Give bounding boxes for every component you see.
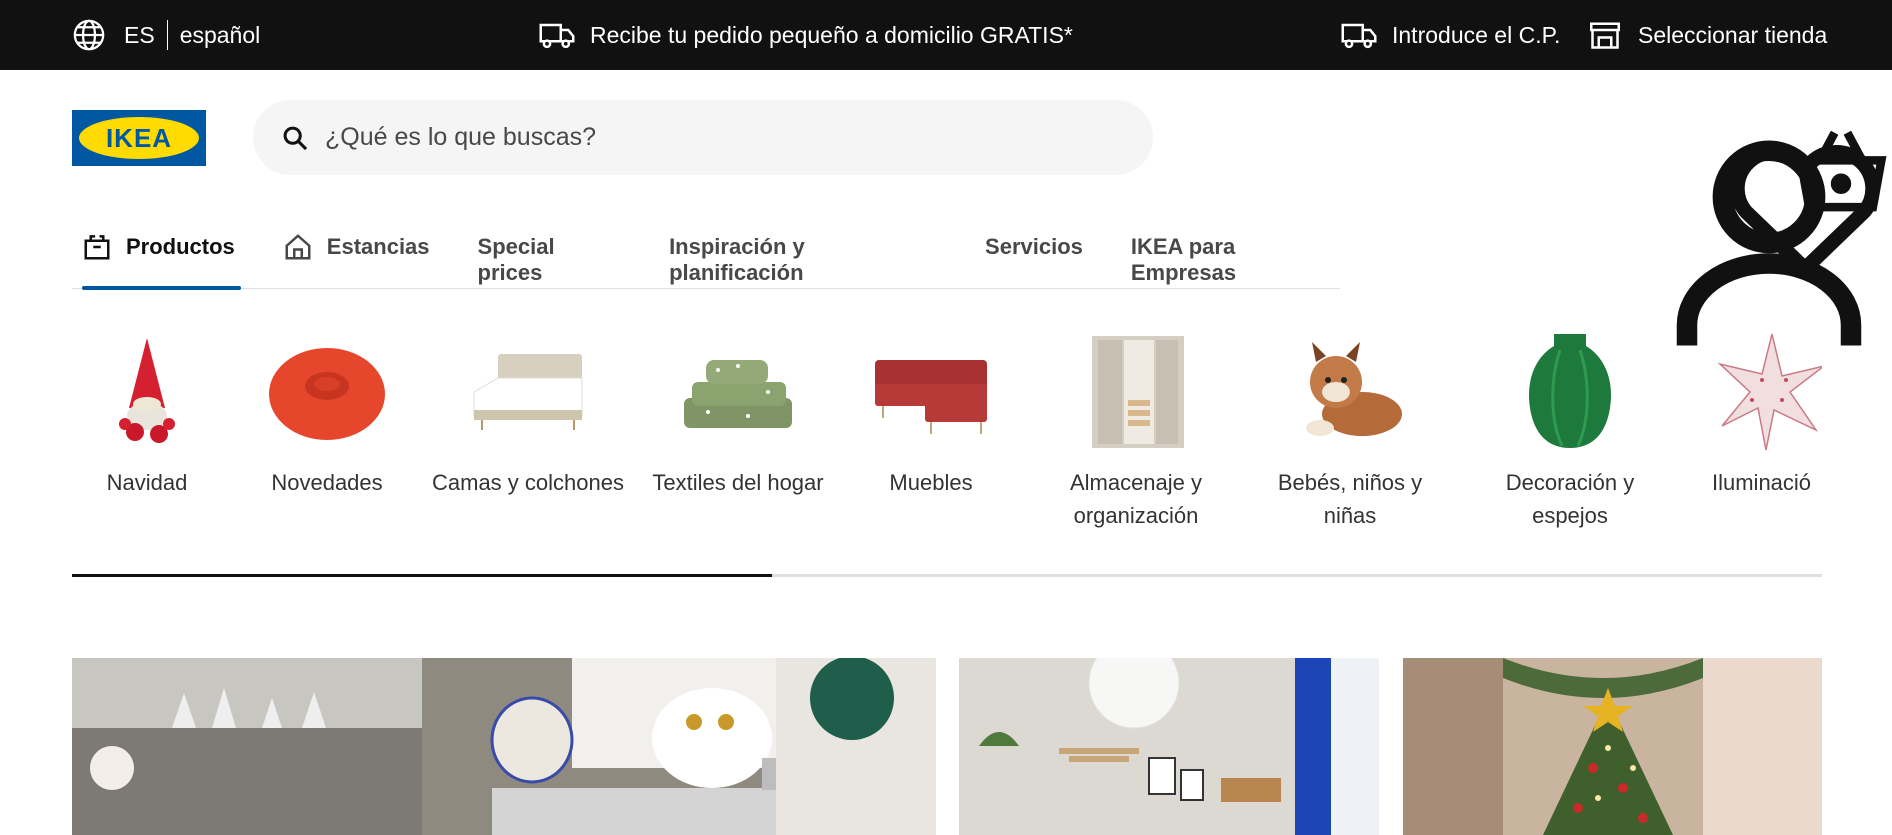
category-almacenaje[interactable]: Almacenaje y organización: [1056, 330, 1216, 532]
gnome-icon: [87, 330, 207, 454]
tab-label: Special prices: [477, 234, 555, 285]
bed-icon: [468, 330, 588, 454]
truck-icon: [539, 23, 575, 49]
ikea-logo[interactable]: IKEA: [72, 110, 206, 166]
postal-code-label: Introduce el C.P.: [1392, 21, 1561, 48]
tab-ikea-empresas[interactable]: IKEA para Empresas: [1131, 226, 1340, 288]
shopping-bag-icon[interactable]: [1790, 120, 1892, 222]
language-code: ES: [124, 20, 168, 50]
tab-special-prices[interactable]: Special prices: [478, 226, 622, 288]
category-label: Novedades: [271, 470, 383, 495]
truck-icon: [1341, 23, 1377, 49]
tab-label: Inspiración y planificación: [669, 234, 805, 285]
tab-servicios[interactable]: Servicios: [985, 226, 1083, 288]
search-input[interactable]: [325, 123, 1085, 152]
globe-icon: [73, 19, 105, 51]
category-label-line1: Decoración y: [1505, 470, 1635, 495]
sofa-icon: [871, 330, 991, 454]
category-muebles[interactable]: Muebles: [866, 330, 996, 499]
beanbag-icon: [267, 330, 387, 454]
delivery-promo[interactable]: Recibe tu pedido pequeño a domicilio GRA…: [538, 17, 1073, 53]
category-label: Iluminació: [1712, 470, 1812, 495]
category-textiles[interactable]: Textiles del hogar: [648, 330, 828, 499]
home-icon: [285, 234, 311, 260]
main-nav-tabs: Productos Estancias Special prices Inspi…: [72, 226, 1340, 290]
vase-icon: [1510, 330, 1630, 454]
language-selector[interactable]: ES español: [72, 17, 260, 53]
carousel-scrollbar-thumb[interactable]: [72, 574, 772, 577]
box-icon: [84, 235, 110, 260]
category-label: Muebles: [889, 470, 973, 495]
delivery-promo-text: Recibe tu pedido pequeño a domicilio GRA…: [590, 21, 1073, 48]
select-store-label: Seleccionar tienda: [1638, 21, 1828, 48]
category-label: Textiles del hogar: [652, 470, 824, 495]
hero-image-christmas-tree[interactable]: [1403, 658, 1822, 835]
tab-label: Productos: [126, 234, 235, 259]
pillows-icon: [678, 330, 798, 454]
tab-label: IKEA para Empresas: [1130, 234, 1237, 285]
search-bar[interactable]: [253, 100, 1153, 175]
category-carousel: Navidad Novedades Camas y colchones Text…: [72, 330, 1822, 550]
wardrobe-icon: [1076, 330, 1196, 454]
category-label: Navidad: [106, 470, 188, 495]
svg-text:IKEA: IKEA: [106, 123, 172, 153]
hero-image-kids-kitchen[interactable]: [72, 658, 936, 835]
category-bebes[interactable]: Bebés, niños y niñas: [1270, 330, 1430, 532]
tab-productos[interactable]: Productos: [82, 226, 241, 290]
star-lamp-icon: [1712, 330, 1822, 454]
tab-label: Servicios: [985, 234, 1083, 259]
category-label-line2: niñas: [1323, 503, 1377, 528]
lynx-toy-icon: [1290, 330, 1410, 454]
hero-image-kids-room[interactable]: [959, 658, 1379, 835]
category-iluminacion[interactable]: Iluminació: [1712, 330, 1822, 499]
category-decoracion[interactable]: Decoración y espejos: [1490, 330, 1650, 532]
category-label-line1: Almacenaje y: [1069, 470, 1203, 495]
tab-estancias[interactable]: Estancias: [283, 226, 430, 288]
tab-label: Estancias: [326, 234, 430, 259]
store-icon: [1590, 22, 1620, 49]
language-name: español: [179, 22, 261, 48]
ikea-logo-mark: IKEA: [79, 117, 199, 159]
category-label-line1: Bebés, niños y: [1277, 470, 1423, 495]
category-novedades[interactable]: Novedades: [262, 330, 392, 499]
top-bar: ES español Recibe tu pedido pequeño a do…: [0, 0, 1892, 70]
tab-inspiracion[interactable]: Inspiración y planificación: [669, 226, 937, 288]
category-navidad[interactable]: Navidad: [82, 330, 212, 499]
category-label-line2: organización: [1073, 503, 1199, 528]
carousel-scrollbar[interactable]: [72, 574, 1822, 577]
category-label: Camas y colchones: [432, 470, 624, 495]
category-label-line2: espejos: [1532, 503, 1608, 528]
select-store-link[interactable]: Seleccionar tienda: [1588, 17, 1827, 53]
category-camas[interactable]: Camas y colchones: [430, 330, 626, 499]
search-icon: [283, 126, 308, 150]
postal-code-link[interactable]: Introduce el C.P.: [1340, 17, 1560, 53]
